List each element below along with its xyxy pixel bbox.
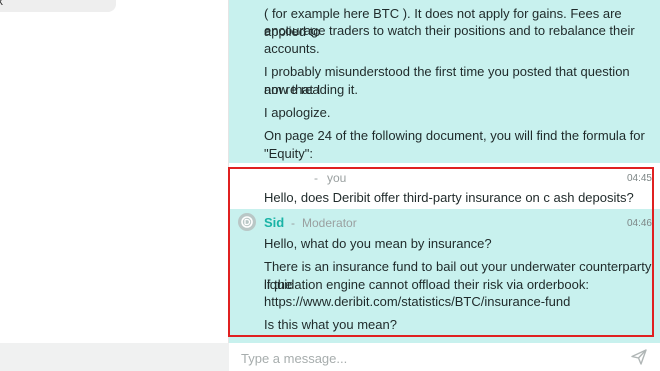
message-text: Hello, does Deribit offer third-party in… bbox=[264, 190, 634, 205]
message-link[interactable]: https://www.deribit.com/statistics/BTC/i… bbox=[264, 293, 656, 311]
message-bubble-moderator: Sid - Moderator 04:46 Hello, what do you… bbox=[229, 209, 660, 343]
message-separator: - bbox=[291, 216, 295, 230]
chat-messages[interactable]: ( for example here BTC ). It does not ap… bbox=[229, 0, 660, 343]
message-timestamp: 04:46 bbox=[626, 218, 652, 229]
message-bubble-user: - you 04:45 Hello, does Deribit offer th… bbox=[229, 163, 660, 209]
message-bubble-earlier: ( for example here BTC ). It does not ap… bbox=[229, 0, 660, 179]
message-separator: - bbox=[314, 171, 318, 185]
message-composer bbox=[229, 343, 660, 371]
message-line: I apologize. bbox=[264, 105, 331, 120]
message-author: you bbox=[327, 171, 347, 185]
message-input[interactable] bbox=[239, 346, 623, 370]
message-line: On page 24 of the following document, yo… bbox=[264, 128, 645, 143]
message-timestamp: 04:45 bbox=[626, 173, 652, 184]
message-line: Is this what you mean? bbox=[264, 317, 397, 332]
message-line: Hello, what do you mean by insurance? bbox=[264, 236, 492, 251]
avatar[interactable] bbox=[238, 213, 256, 231]
left-panel-footer bbox=[0, 343, 229, 371]
moderator-role-label: Moderator bbox=[302, 216, 357, 230]
deribit-logo-icon bbox=[241, 216, 253, 228]
send-icon[interactable] bbox=[630, 348, 648, 366]
message-line: liquidation engine cannot offload their … bbox=[264, 277, 589, 292]
message-line: am re reading it. bbox=[264, 82, 358, 97]
message-author[interactable]: Sid bbox=[264, 215, 284, 230]
conversation-list-item-label: x bbox=[0, 0, 3, 8]
conversation-list-item[interactable]: x bbox=[0, 0, 116, 12]
message-line: accounts. bbox=[264, 41, 320, 56]
message-line: encourage traders to watch their positio… bbox=[264, 23, 635, 38]
conversation-list-panel: x bbox=[0, 0, 229, 343]
